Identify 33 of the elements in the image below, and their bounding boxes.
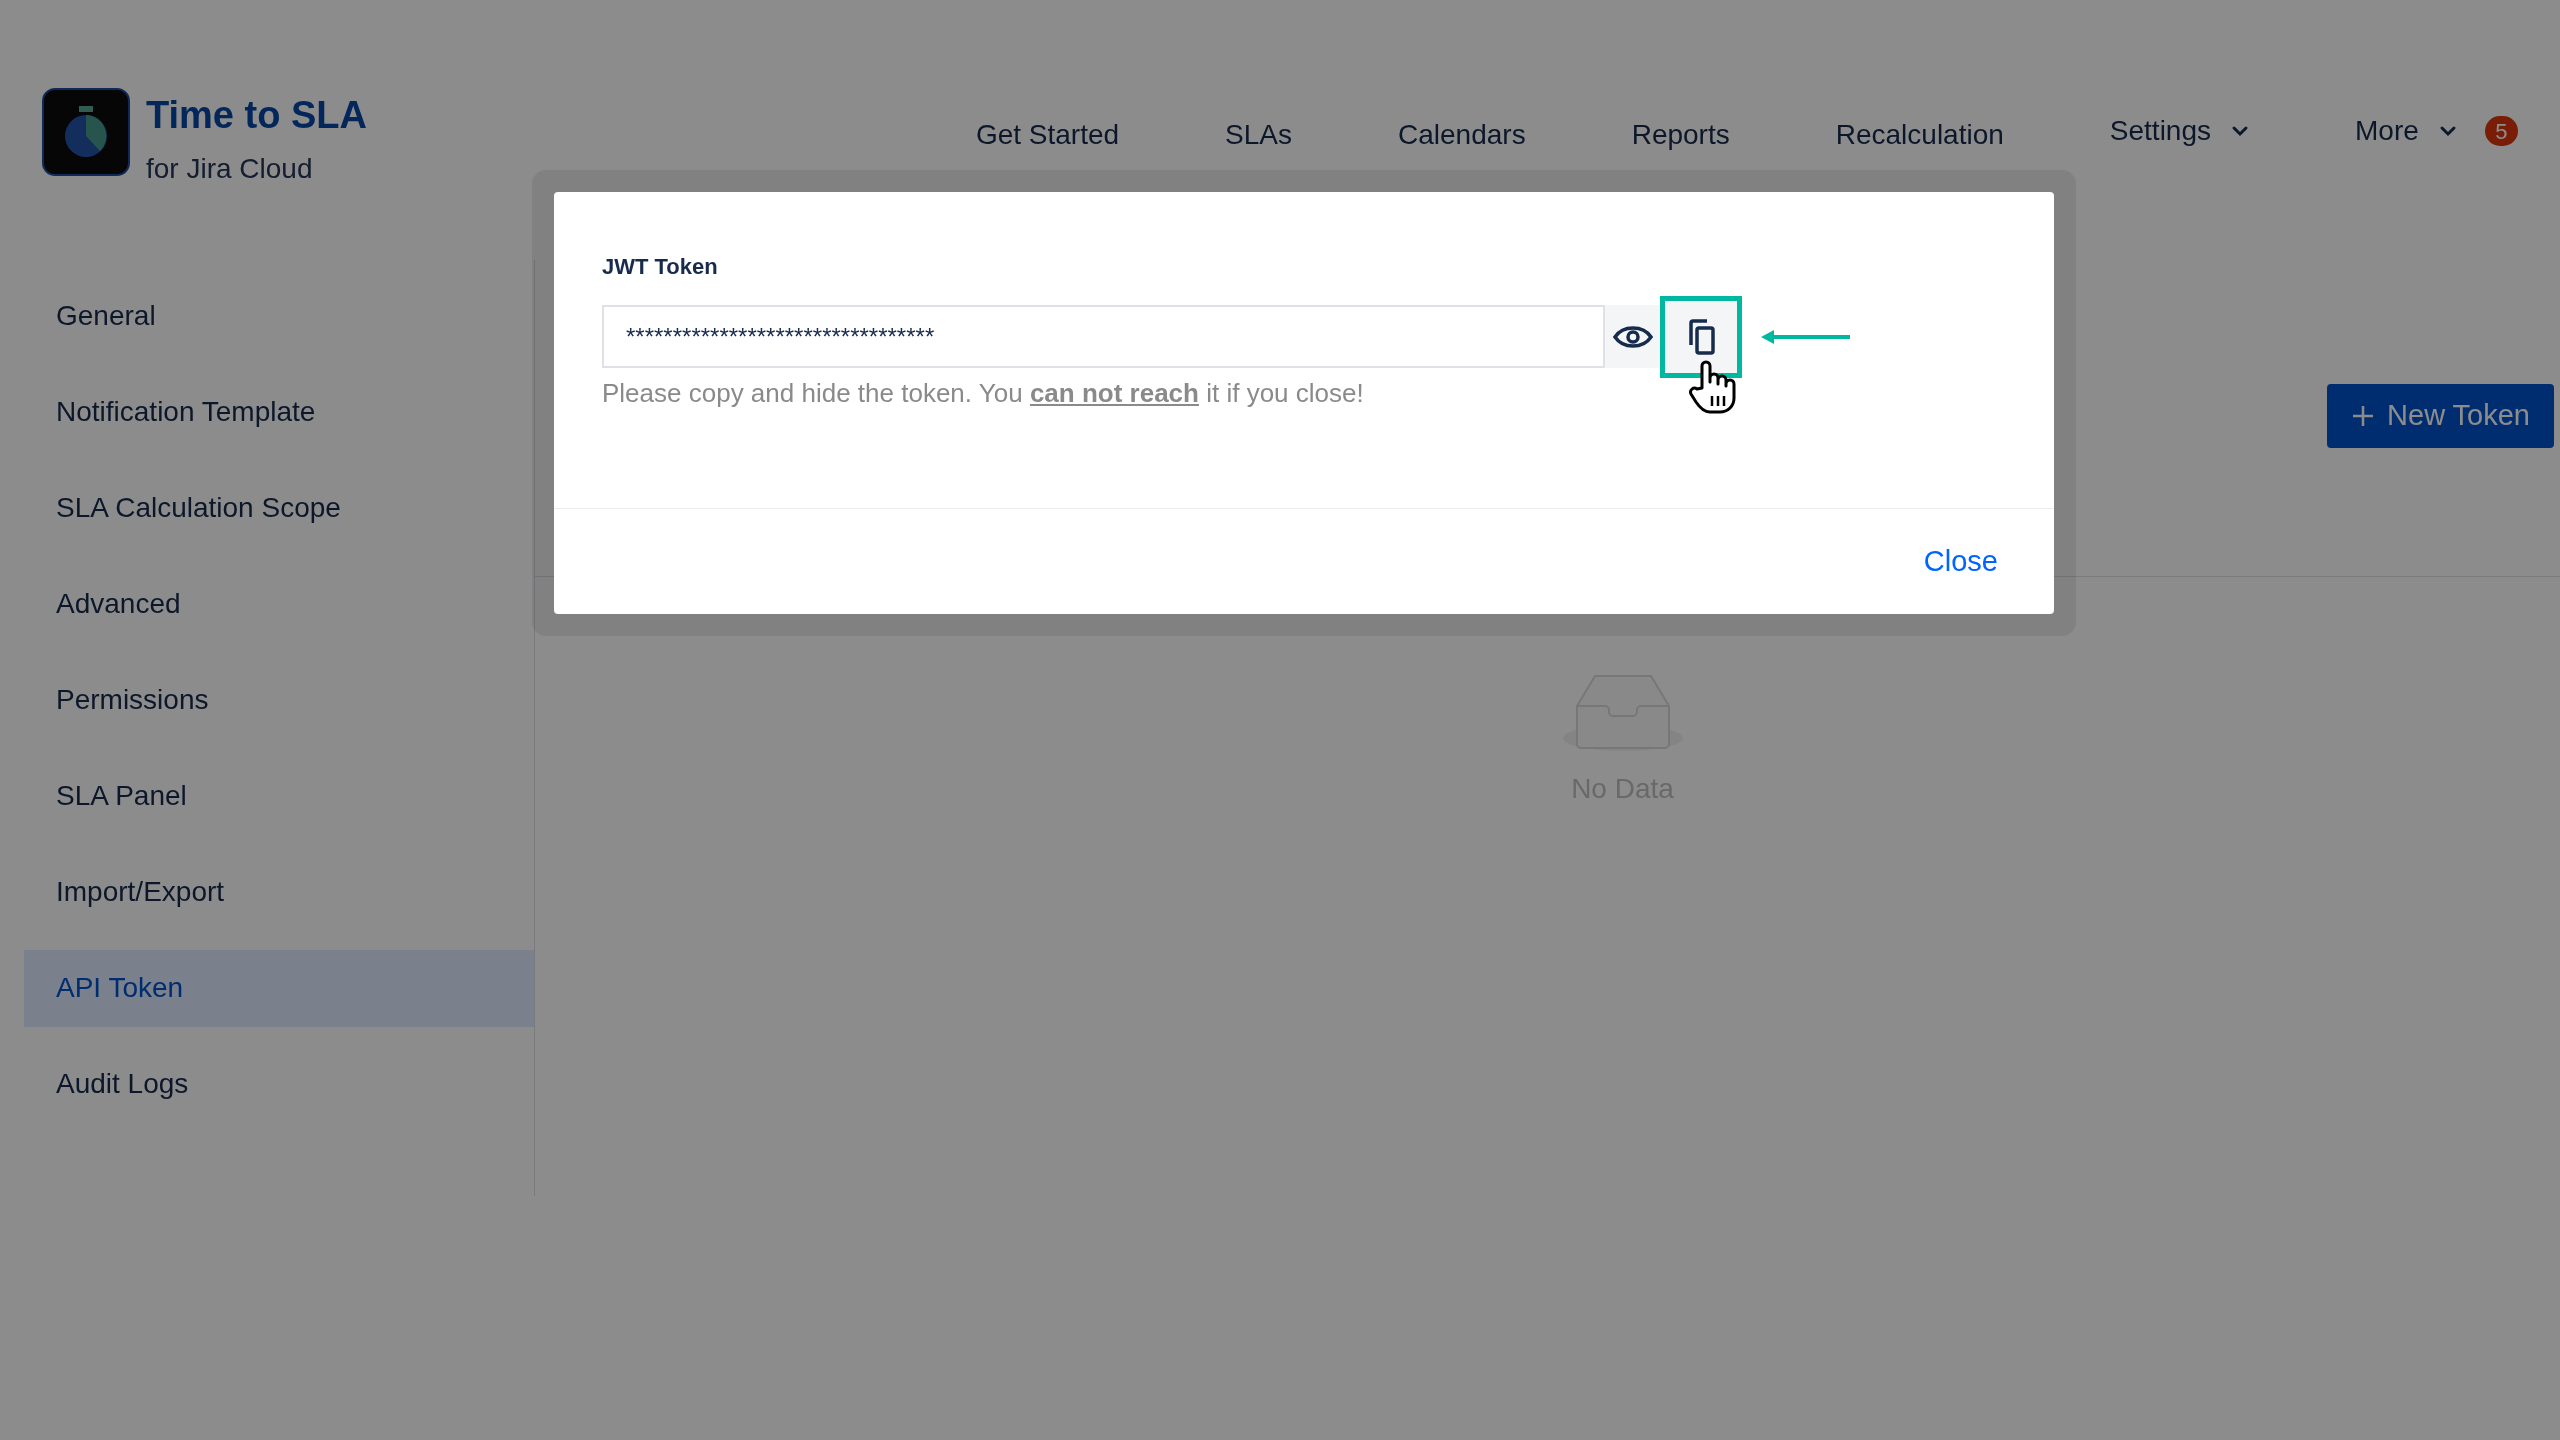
hand-cursor-icon bbox=[1688, 358, 1736, 414]
sidebar-item[interactable]: Advanced bbox=[24, 565, 534, 643]
stopwatch-logo-icon bbox=[42, 88, 130, 176]
nav-link[interactable]: SLAs bbox=[1225, 114, 1293, 156]
show-token-button[interactable] bbox=[1605, 305, 1660, 368]
copy-icon bbox=[1687, 318, 1715, 355]
nav-link[interactable]: Calendars bbox=[1398, 114, 1526, 156]
nav-link[interactable]: Get Started bbox=[975, 114, 1120, 156]
nav-link[interactable]: Reports bbox=[1631, 114, 1730, 156]
sidebar-item[interactable]: Audit Logs bbox=[24, 1045, 534, 1123]
nav-dropdown[interactable]: More bbox=[2355, 110, 2457, 152]
nav-link[interactable]: Recalculation bbox=[1835, 114, 2004, 156]
app-subtitle: for Jira Cloud bbox=[146, 151, 314, 186]
copy-button[interactable] bbox=[1660, 295, 1742, 378]
field-label: JWT Token bbox=[602, 253, 719, 281]
help-link[interactable]: can not reach bbox=[1029, 378, 1199, 408]
sidebar-item[interactable]: General bbox=[24, 277, 534, 355]
chevron-down-icon bbox=[2231, 125, 2249, 137]
sidebar-item[interactable]: Permissions bbox=[24, 661, 534, 739]
sidebar-item[interactable]: Notification Template bbox=[24, 373, 534, 451]
sidebar-item[interactable]: Import/Export bbox=[24, 853, 534, 931]
token-input-field[interactable]: ********************************* bbox=[602, 305, 1605, 368]
app-title: Time to SLA bbox=[146, 93, 367, 138]
new-token-button[interactable]: New Token bbox=[2327, 383, 2554, 448]
chevron-down-icon bbox=[2438, 125, 2457, 137]
close-button[interactable]: Close bbox=[1923, 539, 1998, 584]
sidebar-item[interactable]: SLA Panel bbox=[24, 757, 534, 835]
sidebar-item[interactable]: API Token bbox=[24, 949, 534, 1027]
plus-icon bbox=[2351, 403, 2376, 428]
nav-dropdown[interactable]: Settings bbox=[2109, 110, 2249, 152]
helper-text: Please copy and hide the token. You can not reach it if you close! bbox=[602, 377, 1364, 410]
sidebar-item[interactable]: SLA Calculation Scope bbox=[24, 469, 534, 547]
notification-badge: 5 bbox=[2484, 116, 2518, 146]
